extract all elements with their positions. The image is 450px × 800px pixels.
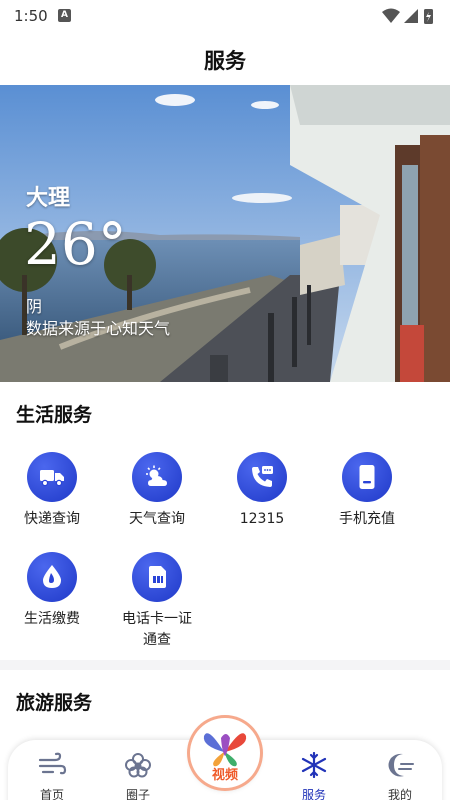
notification-icon: A xyxy=(58,9,71,22)
sim-card-icon xyxy=(132,552,182,602)
weather-icon xyxy=(132,452,182,502)
service-express[interactable]: 快递查询 xyxy=(0,452,104,530)
tab-circle[interactable]: 圈子 xyxy=(108,752,168,800)
service-mobile-recharge[interactable]: 手机充值 xyxy=(315,452,419,530)
weather-source: 数据来源于心知天气 xyxy=(26,319,171,338)
service-label: 12315 xyxy=(239,511,285,527)
flower-icon xyxy=(125,753,151,778)
service-weather[interactable]: 天气查询 xyxy=(105,452,209,530)
video-label: 视频 xyxy=(211,768,238,783)
tab-label: 首页 xyxy=(39,788,64,800)
weather-banner[interactable]: 大理 26° 阴 数据来源于心知天气 xyxy=(0,85,450,382)
mobile-recharge-icon xyxy=(342,452,392,502)
service-label: 手机充值 xyxy=(339,511,395,527)
truck-icon xyxy=(27,452,77,502)
service-label: 天气查询 xyxy=(129,511,185,527)
service-utility-payment[interactable]: 生活缴费 xyxy=(0,552,104,630)
weather-temperature: 26° xyxy=(24,210,127,278)
tab-label: 我的 xyxy=(387,788,412,800)
phone-message-icon xyxy=(237,452,287,502)
snowflake-icon xyxy=(301,751,327,779)
tab-label: 服务 xyxy=(301,788,326,800)
weather-city: 大理 xyxy=(26,186,71,211)
service-sim-card-check[interactable]: 电话卡一证通查 xyxy=(105,552,209,651)
life-services-section: 生活服务 快递查询 天气查询 12315 手机充值 生活缴费 电话卡一证通查 xyxy=(0,382,450,660)
status-bar: 1:50 A xyxy=(0,0,450,32)
status-time: 1:50 xyxy=(14,7,48,25)
weather-condition: 阴 xyxy=(26,297,43,316)
tab-home[interactable]: 首页 xyxy=(22,752,82,800)
life-services-title: 生活服务 xyxy=(16,404,93,426)
wifi-icon xyxy=(382,8,400,23)
tab-mine[interactable]: 我的 xyxy=(370,752,430,800)
status-icons xyxy=(382,8,433,24)
service-label: 电话卡一证通查 xyxy=(122,611,192,648)
moon-icon xyxy=(388,753,414,777)
travel-services-title: 旅游服务 xyxy=(16,692,93,714)
title-bar: 服务 xyxy=(0,32,450,85)
wind-icon xyxy=(38,752,67,775)
tab-service[interactable]: 服务 xyxy=(284,751,344,800)
page-title: 服务 xyxy=(204,49,246,73)
tab-label: 圈子 xyxy=(125,788,150,800)
service-12315[interactable]: 12315 xyxy=(210,452,314,530)
signal-icon xyxy=(404,9,418,23)
video-button[interactable]: 视频 xyxy=(190,718,260,788)
service-label: 生活缴费 xyxy=(24,611,80,627)
water-drop-icon xyxy=(27,552,77,602)
service-label: 快递查询 xyxy=(24,511,80,527)
